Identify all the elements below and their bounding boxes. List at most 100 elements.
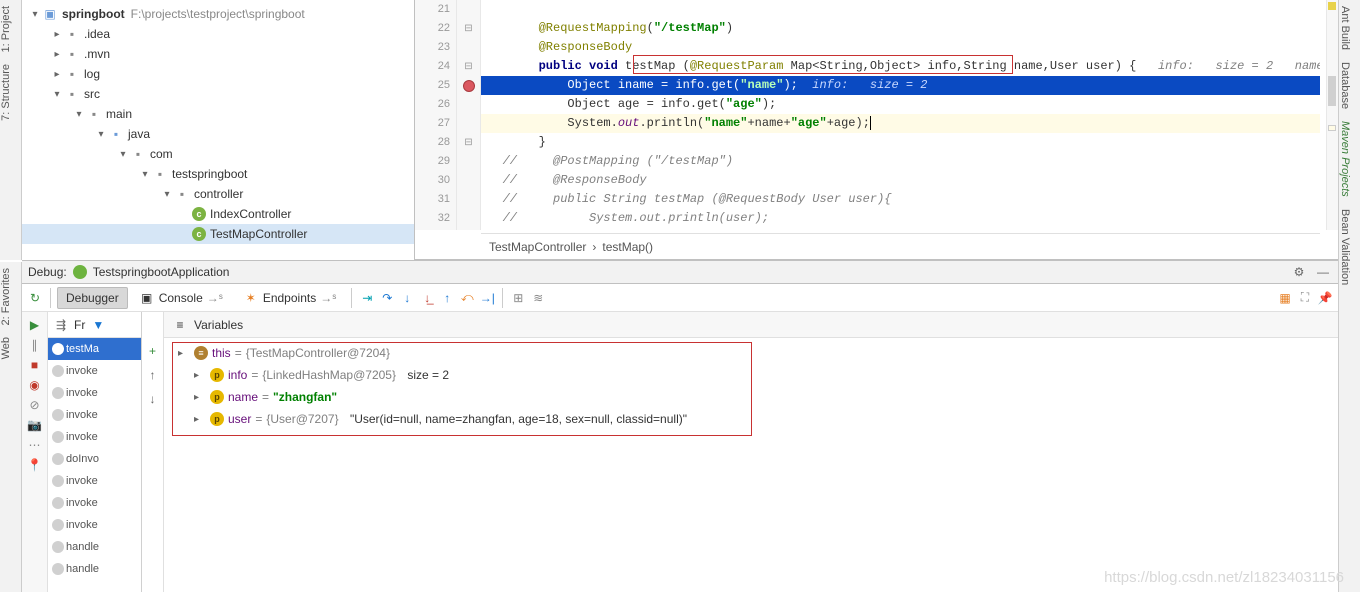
pin-icon[interactable]: →ˢ: [207, 291, 223, 305]
chevron-down-icon[interactable]: ▾: [72, 109, 86, 120]
fold-icon[interactable]: ⊟: [464, 137, 472, 148]
breadcrumb-item[interactable]: TestMapController: [489, 240, 586, 254]
tab-database[interactable]: Database: [1339, 56, 1351, 115]
stripe-mark[interactable]: [1328, 125, 1336, 131]
step-into-icon[interactable]: ↓: [398, 289, 416, 307]
tree-item-idea[interactable]: ▸ ▪ .idea: [22, 24, 414, 44]
code-line-current-execution[interactable]: Object iname = info.get("name"); info: s…: [481, 76, 1320, 95]
up-icon[interactable]: ↑: [144, 366, 162, 384]
pause-icon[interactable]: ∥: [26, 336, 44, 354]
pin-tab-icon[interactable]: 📌: [1316, 289, 1334, 307]
code-line[interactable]: Object age = info.get("age");: [481, 95, 1320, 114]
stripe-mark[interactable]: [1328, 76, 1336, 106]
tree-item-testspringboot[interactable]: ▾ ▪ testspringboot: [22, 164, 414, 184]
code-line[interactable]: // @ResponseBody: [481, 171, 1320, 190]
tree-item-controller[interactable]: ▾ ▪ controller: [22, 184, 414, 204]
chevron-down-icon[interactable]: ▾: [94, 129, 108, 140]
frame-row[interactable]: doInvo: [48, 448, 141, 470]
tab-web[interactable]: Web: [0, 331, 12, 365]
chevron-down-icon[interactable]: ▾: [116, 149, 130, 160]
tab-favorites[interactable]: 2: Favorites: [0, 262, 12, 331]
code-line[interactable]: @ResponseBody: [481, 38, 1320, 57]
frame-row[interactable]: handle: [48, 558, 141, 580]
code-line-caret[interactable]: System.out.println("name"+name+"age"+age…: [481, 114, 1320, 133]
tab-structure[interactable]: 7: Structure: [0, 58, 12, 127]
tab-project[interactable]: 1: Project: [0, 0, 12, 58]
tree-item-indexcontroller[interactable]: c IndexController: [22, 204, 414, 224]
mute-breakpoints-icon[interactable]: ⊘: [26, 396, 44, 414]
drop-frame-icon[interactable]: ⤺: [458, 289, 476, 307]
chevron-right-icon[interactable]: ▸: [50, 69, 64, 80]
tab-ant-build[interactable]: Ant Build: [1339, 0, 1351, 56]
chevron-down-icon[interactable]: ▾: [28, 9, 42, 20]
frame-row[interactable]: invoke: [48, 470, 141, 492]
frame-row[interactable]: invoke: [48, 492, 141, 514]
evaluate-expression-icon[interactable]: ⊞: [509, 289, 527, 307]
rerun-icon[interactable]: ↻: [26, 289, 44, 307]
breadcrumb-item[interactable]: testMap(): [602, 240, 653, 254]
frame-row[interactable]: invoke: [48, 426, 141, 448]
chevron-down-icon[interactable]: ▾: [50, 89, 64, 100]
analysis-status-icon[interactable]: [1328, 2, 1336, 10]
minimize-icon[interactable]: —: [1314, 263, 1332, 281]
down-icon[interactable]: ↓: [144, 390, 162, 408]
code-line[interactable]: // public String testMap (@RequestBody U…: [481, 190, 1320, 209]
code-line[interactable]: public void testMap (@RequestParam Map<S…: [481, 57, 1320, 76]
tab-debugger[interactable]: Debugger: [57, 287, 128, 309]
run-to-cursor-icon[interactable]: →|: [478, 289, 496, 307]
gear-icon[interactable]: ⚙: [1290, 263, 1308, 281]
tab-bean-validation[interactable]: Bean Validation: [1339, 203, 1351, 291]
code-line[interactable]: }: [481, 133, 1320, 152]
pin-icon[interactable]: →ˢ: [320, 291, 336, 305]
view-breakpoints-icon[interactable]: ◉: [26, 376, 44, 394]
editor-error-stripe[interactable]: [1326, 0, 1338, 230]
add-watch-icon[interactable]: +: [144, 342, 162, 360]
frame-row[interactable]: invoke: [48, 382, 141, 404]
tab-endpoints[interactable]: ✶ Endpoints →ˢ: [234, 286, 345, 310]
trace-icon[interactable]: ≋: [529, 289, 547, 307]
frame-row[interactable]: invoke: [48, 514, 141, 536]
get-thread-dump-icon[interactable]: 📷: [26, 416, 44, 434]
code-line[interactable]: @RequestMapping("/testMap"): [481, 19, 1320, 38]
settings-icon[interactable]: ⛶: [1296, 289, 1314, 307]
frame-row[interactable]: handle: [48, 536, 141, 558]
code-line[interactable]: [481, 0, 1320, 19]
frame-row[interactable]: invoke: [48, 360, 141, 382]
fold-icon[interactable]: ⊟: [464, 23, 472, 34]
show-execution-point-icon[interactable]: ⇥: [358, 289, 376, 307]
gutter-icons[interactable]: ⊟ ⊟ ⊟: [457, 0, 481, 230]
tab-console[interactable]: ▣ Console →ˢ: [130, 286, 232, 310]
breakpoint-icon[interactable]: [463, 80, 475, 92]
code-area[interactable]: @RequestMapping("/testMap") @ResponseBod…: [481, 0, 1320, 230]
variables-header[interactable]: ≡ Variables: [164, 312, 1338, 338]
tab-maven-projects[interactable]: Maven Projects: [1339, 115, 1351, 203]
fold-icon[interactable]: ⊟: [464, 61, 472, 72]
tree-item-src[interactable]: ▾ ▪ src: [22, 84, 414, 104]
frame-row[interactable]: invoke: [48, 404, 141, 426]
frame-row[interactable]: testMa: [48, 338, 141, 360]
resume-icon[interactable]: ▶: [26, 316, 44, 334]
chevron-right-icon[interactable]: ▸: [50, 29, 64, 40]
stop-icon[interactable]: ■: [26, 356, 44, 374]
chevron-down-icon[interactable]: ▾: [138, 169, 152, 180]
tree-item-java[interactable]: ▾ ▪ java: [22, 124, 414, 144]
code-line[interactable]: // System.out.println(user);: [481, 209, 1320, 228]
tree-item-testmapcontroller[interactable]: c TestMapController: [22, 224, 414, 244]
chevron-down-icon[interactable]: ▾: [160, 189, 174, 200]
breadcrumbs[interactable]: TestMapController › testMap(): [481, 233, 1320, 259]
pin-icon[interactable]: 📍: [26, 456, 44, 474]
tree-item-main[interactable]: ▾ ▪ main: [22, 104, 414, 124]
threads-icon[interactable]: ⇶: [52, 316, 70, 334]
filter-icon[interactable]: ▼: [89, 316, 107, 334]
step-over-icon[interactable]: ↷: [378, 289, 396, 307]
tree-item-mvn[interactable]: ▸ ▪ .mvn: [22, 44, 414, 64]
project-tree[interactable]: ▾ ▣ springboot F:\projects\testproject\s…: [22, 0, 414, 248]
force-step-into-icon[interactable]: ↓̲: [418, 289, 436, 307]
line-number-gutter[interactable]: 21 22 23 24 25 26 27 28 29 30 31 32: [415, 0, 457, 230]
tree-root[interactable]: ▾ ▣ springboot F:\projects\testproject\s…: [22, 4, 414, 24]
code-line[interactable]: // @PostMapping ("/testMap"): [481, 152, 1320, 171]
memory-icon[interactable]: ▦: [1276, 289, 1294, 307]
chevron-right-icon[interactable]: ▸: [50, 49, 64, 60]
settings-icon[interactable]: ⋯: [26, 436, 44, 454]
tree-item-com[interactable]: ▾ ▪ com: [22, 144, 414, 164]
